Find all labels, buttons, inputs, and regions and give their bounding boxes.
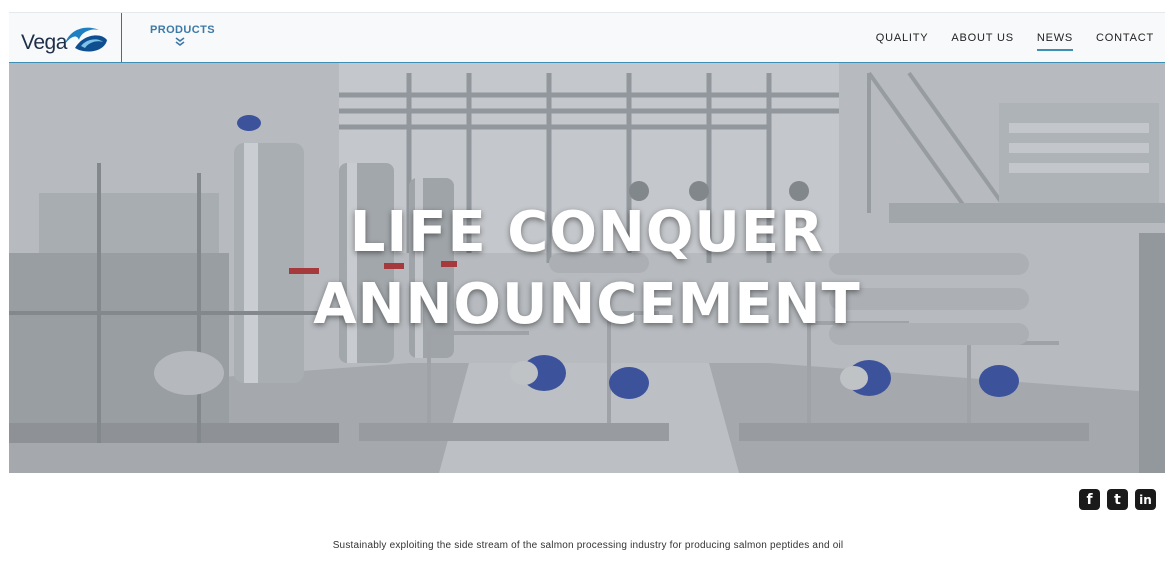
logo-text: Vega <box>21 31 67 54</box>
nav-news[interactable]: NEWS <box>1036 32 1074 51</box>
nav-quality[interactable]: QUALITY <box>876 32 929 44</box>
hero-title-line-1: LIFE CONQUER <box>349 200 825 265</box>
facebook-icon[interactable]: f <box>1079 489 1100 510</box>
products-menu-button[interactable]: PRODUCTS <box>150 24 215 46</box>
hero-factory-image <box>9 63 1165 473</box>
vega-logo[interactable]: Vega <box>21 22 111 54</box>
linkedin-icon[interactable]: in <box>1135 489 1156 510</box>
main-nav: QUALITY ABOUT US NEWS CONTACT <box>853 13 1154 62</box>
logo-divider <box>121 13 122 62</box>
twitter-icon[interactable]: t <box>1107 489 1128 510</box>
wave-logo-icon <box>65 27 107 52</box>
site-header: Vega PRODUCTS QUALITY ABOUT US NEWS CONT… <box>9 12 1165 64</box>
hero-title-line-2: ANNOUNCEMENT <box>313 272 861 337</box>
hero-banner: LIFE CONQUER ANNOUNCEMENT <box>9 63 1165 473</box>
tagline: Sustainably exploiting the side stream o… <box>332 540 844 551</box>
double-chevron-down-icon <box>175 37 185 46</box>
products-label: PRODUCTS <box>150 24 215 36</box>
top-strip <box>0 0 1167 12</box>
nav-contact[interactable]: CONTACT <box>1096 32 1154 44</box>
social-links: f t in <box>1072 489 1156 510</box>
nav-about-us[interactable]: ABOUT US <box>951 32 1013 44</box>
